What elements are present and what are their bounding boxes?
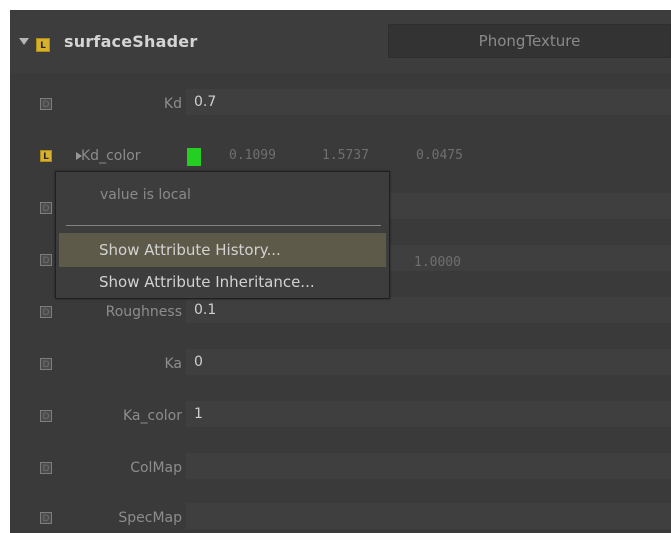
attribute-value-ka[interactable]: 0 bbox=[186, 349, 671, 375]
default-badge-icon[interactable]: D bbox=[40, 358, 52, 370]
attribute-label-colmap: ColMap bbox=[130, 460, 182, 476]
attribute-row-ka: D Ka 0 bbox=[10, 344, 671, 384]
menu-item-show-attribute-inheritance[interactable]: Show Attribute Inheritance... bbox=[59, 268, 386, 296]
default-badge-icon[interactable]: D bbox=[40, 410, 52, 422]
attribute-value-roughness[interactable]: 0.1 bbox=[186, 297, 671, 323]
attribute-row-specmap: D SpecMap bbox=[10, 498, 671, 533]
attribute-value-colmap[interactable] bbox=[186, 453, 671, 479]
attribute-editor-panel: L surfaceShader PhongTexture D Kd 0.7 L … bbox=[10, 10, 671, 533]
shader-type-field[interactable]: PhongTexture bbox=[388, 24, 671, 58]
color-value-b[interactable]: 0.0475 bbox=[416, 148, 463, 163]
attribute-value-kd[interactable]: 0.7 bbox=[186, 89, 671, 115]
color-value-r[interactable]: 0.1099 bbox=[229, 148, 276, 163]
default-badge-icon[interactable]: D bbox=[40, 202, 52, 214]
attribute-context-menu: value is local Show Attribute History...… bbox=[55, 171, 390, 299]
default-badge-icon[interactable]: D bbox=[40, 462, 52, 474]
attribute-label-ka: Ka bbox=[164, 356, 182, 372]
attribute-label-ka-color: Ka_color bbox=[123, 408, 182, 424]
menu-item-show-attribute-history[interactable]: Show Attribute History... bbox=[59, 233, 386, 267]
menu-title: value is local bbox=[100, 187, 191, 203]
attribute-value-specmap[interactable] bbox=[186, 503, 671, 529]
attribute-label-roughness: Roughness bbox=[105, 304, 182, 320]
attribute-row-colmap: D ColMap bbox=[10, 448, 671, 488]
attribute-row-kd: D Kd 0.7 bbox=[10, 84, 671, 124]
attribute-value-ka-color[interactable]: 1 bbox=[186, 401, 671, 427]
default-badge-icon[interactable]: D bbox=[40, 306, 52, 318]
default-badge-icon[interactable]: D bbox=[40, 512, 52, 524]
local-badge-icon[interactable]: L bbox=[40, 150, 52, 162]
color-value-g[interactable]: 1.5737 bbox=[322, 148, 369, 163]
attribute-label-specmap: SpecMap bbox=[118, 510, 182, 526]
default-badge-icon[interactable]: D bbox=[40, 98, 52, 110]
attribute-label-kd-color: Kd_color bbox=[81, 148, 141, 164]
local-badge-icon[interactable]: L bbox=[36, 38, 50, 52]
attribute-row-kd-color: L Kd_color 0.1099 1.5737 0.0475 bbox=[10, 136, 671, 176]
menu-divider bbox=[66, 225, 381, 226]
attribute-value-hidden-2-text: 1.0000 bbox=[414, 255, 461, 270]
expand-arrow-icon[interactable] bbox=[19, 38, 29, 45]
color-swatch[interactable] bbox=[187, 148, 201, 166]
shader-header: L surfaceShader PhongTexture bbox=[10, 10, 671, 73]
default-badge-icon[interactable]: D bbox=[40, 254, 52, 266]
attribute-label-kd: Kd bbox=[163, 96, 182, 112]
shader-name: surfaceShader bbox=[64, 32, 198, 51]
attribute-row-ka-color: D Ka_color 1 bbox=[10, 396, 671, 436]
